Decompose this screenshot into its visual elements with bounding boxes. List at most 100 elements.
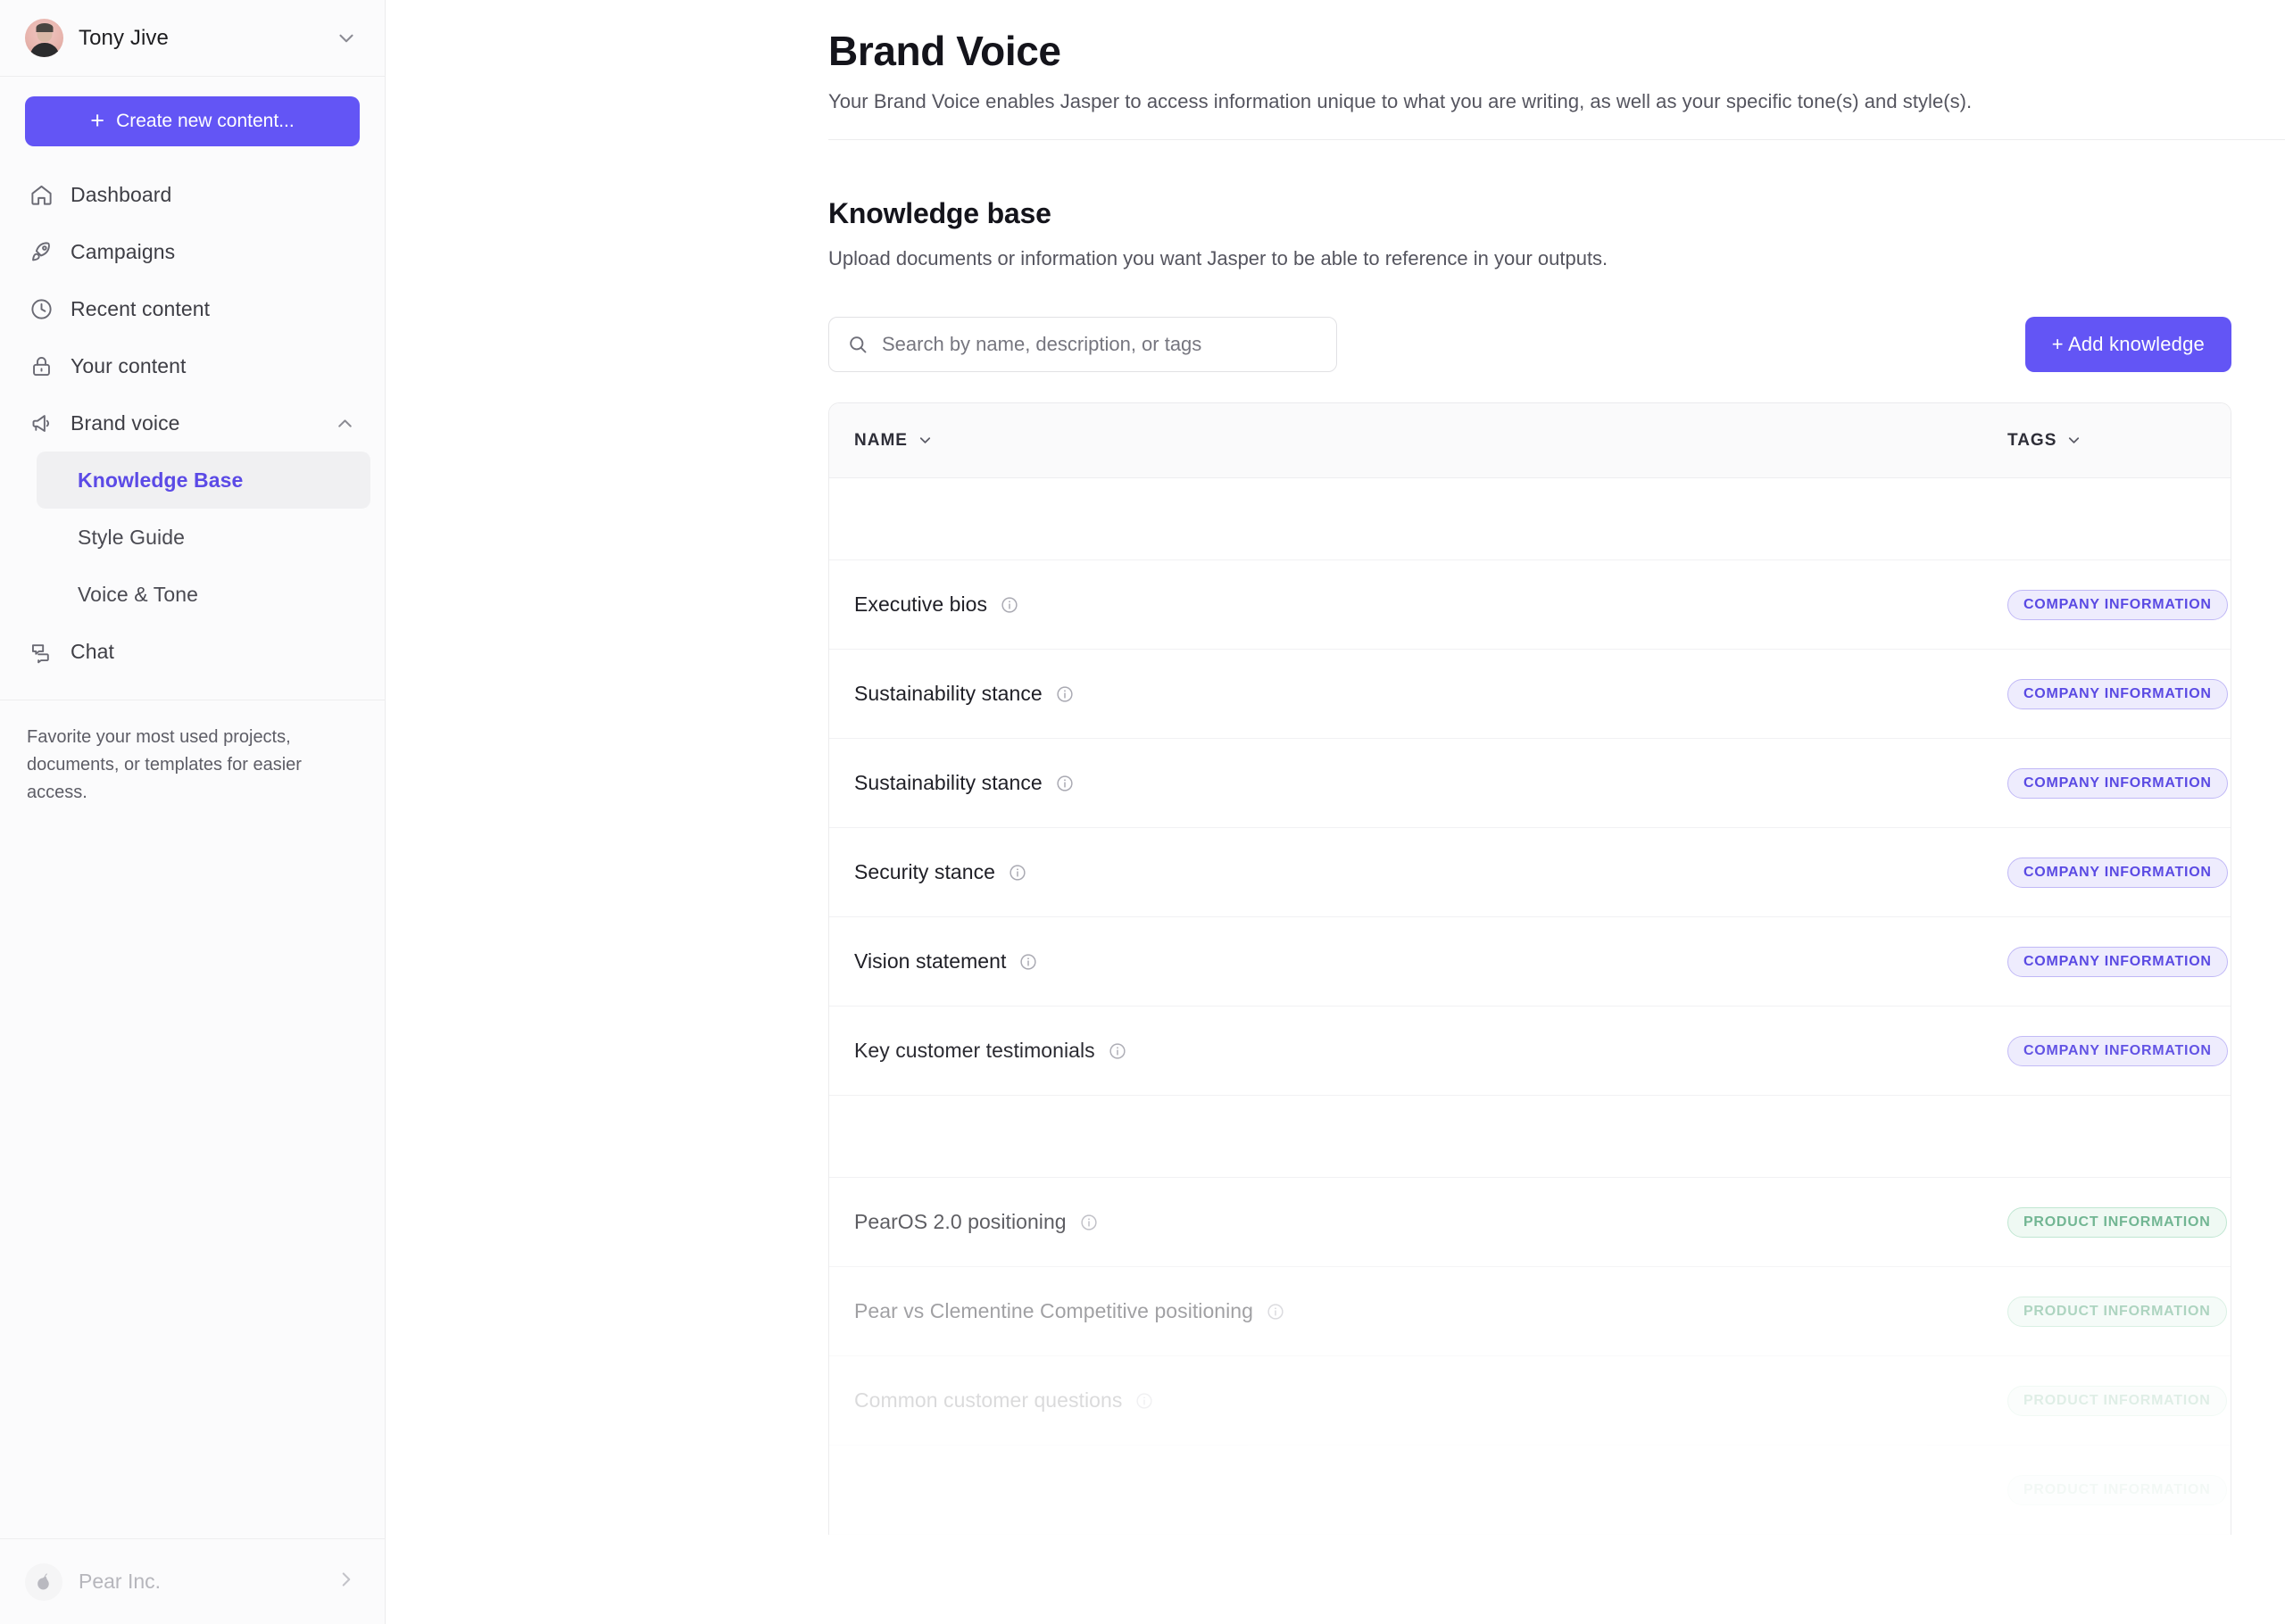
- plus-icon: +: [90, 106, 105, 134]
- chevron-down-icon: [2069, 437, 2080, 443]
- table-header-row: NAME TAGS COLLECTIONS: [829, 403, 2231, 478]
- section-title: Knowledge base: [828, 197, 1051, 229]
- tag-badge[interactable]: COMPANY INFORMATION: [2007, 678, 2228, 709]
- info-icon[interactable]: [1008, 863, 1027, 882]
- cell-tags: PRODUCT INFORMATION+2: [2007, 1385, 2231, 1416]
- info-icon[interactable]: [1108, 1041, 1127, 1061]
- add-knowledge-button[interactable]: + Add knowledge: [2024, 317, 2231, 372]
- cell-tags: COMPANY INFORMATION: [2007, 1035, 2231, 1066]
- cell-name: Vision statement: [829, 949, 2007, 974]
- search-input[interactable]: [882, 333, 1318, 356]
- search-box[interactable]: [828, 317, 1337, 372]
- knowledge-item-name: Security stance: [854, 860, 995, 883]
- sidebar-subitem-voice-and-tone[interactable]: Voice & Tone: [37, 566, 370, 623]
- info-icon[interactable]: [1000, 595, 1019, 615]
- account-name: Tony Jive: [79, 25, 169, 50]
- chevron-down-icon: [919, 437, 931, 443]
- lock-icon: [27, 352, 55, 380]
- knowledge-item-name: Common customer questions: [854, 1388, 1123, 1412]
- cell-tags: COMPANY INFORMATION+1: [2007, 589, 2231, 620]
- table-group-spacer-row: [829, 478, 2231, 560]
- page-header: Brand Voice Your Brand Voice enables Jas…: [386, 0, 2285, 113]
- info-icon[interactable]: [1055, 774, 1075, 793]
- tag-badge[interactable]: COMPANY INFORMATION: [2007, 1035, 2228, 1066]
- cell-name: Executive bios: [829, 592, 2007, 617]
- table-row[interactable]: Sustainability stance COMPANY INFORMATION…: [829, 650, 2231, 739]
- tag-badge[interactable]: PRODUCT INFORMATION: [2007, 1206, 2227, 1238]
- rocket-icon: [27, 237, 55, 266]
- tag-badge[interactable]: COMPANY INFORMATION: [2007, 857, 2228, 888]
- sidebar: Tony Jive + Create new content... Dashbo…: [0, 0, 386, 1624]
- knowledge-item-name: PearOS 2.0 positioning: [854, 1210, 1067, 1233]
- cell-name: Pear vs Clementine Competitive positioni…: [829, 1299, 2007, 1323]
- knowledge-toolbar: + Add knowledge: [828, 317, 2231, 372]
- create-content-wrap: + Create new content...: [0, 77, 385, 155]
- organization-switcher[interactable]: Pear Inc.: [0, 1538, 385, 1624]
- cell-name: Security stance: [829, 860, 2007, 884]
- info-icon[interactable]: [1266, 1302, 1285, 1322]
- table-row[interactable]: Common customer questions PRODUCT INFORMA…: [829, 1356, 2231, 1446]
- table-row[interactable]: Vision statement COMPANY INFORMATION: [829, 917, 2231, 1007]
- knowledge-item-name: Executive bios: [854, 592, 987, 616]
- tag-badge[interactable]: PRODUCT INFORMATION: [2007, 1474, 2227, 1505]
- column-header-label: NAME: [854, 430, 908, 450]
- cell-tags: PRODUCT INFORMATION+2: [2007, 1296, 2231, 1327]
- table-row[interactable]: Key customer testimonials COMPANY INFORMA…: [829, 1007, 2231, 1096]
- column-header-label: TAGS: [2007, 430, 2057, 450]
- cell-tags: COMPANY INFORMATION: [2007, 946, 2231, 977]
- table-row[interactable]: Pear vs Clementine Competitive positioni…: [829, 1267, 2231, 1356]
- favorites-note: Favorite your most used projects, docume…: [27, 727, 302, 802]
- sidebar-item-label: Dashboard: [71, 182, 172, 206]
- cell-tags: COMPANY INFORMATION: [2007, 857, 2231, 888]
- info-icon[interactable]: [1018, 952, 1038, 972]
- cell-tags: COMPANY INFORMATION: [2007, 767, 2231, 799]
- sidebar-item-dashboard[interactable]: Dashboard: [14, 166, 370, 223]
- home-icon: [27, 180, 55, 209]
- cell-tags: COMPANY INFORMATION: [2007, 678, 2231, 709]
- sidebar-item-label: Your content: [71, 353, 187, 377]
- sidebar-subitem-label: Style Guide: [78, 525, 185, 549]
- tag-badge[interactable]: COMPANY INFORMATION: [2007, 589, 2228, 620]
- table-row[interactable]: PearOS 2.0 positioning PRODUCT INFORMATIO…: [829, 1178, 2231, 1267]
- cell-tags: PRODUCT INFORMATION: [2007, 1474, 2231, 1505]
- header-divider: [828, 139, 2285, 140]
- knowledge-item-name: Pear vs Clementine Competitive positioni…: [854, 1299, 1253, 1322]
- megaphone-icon: [27, 409, 55, 437]
- column-header-tags[interactable]: TAGS: [2007, 431, 2231, 451]
- info-icon[interactable]: [1134, 1391, 1154, 1411]
- info-icon[interactable]: [1079, 1213, 1099, 1232]
- section-subtitle: Upload documents or information you want…: [828, 247, 1608, 269]
- table-row[interactable]: Executive biosCOMPANY INFORMATION+1Most …: [829, 560, 2231, 650]
- sidebar-item-brand-voice[interactable]: Brand voice: [14, 394, 370, 452]
- page-subtitle: Your Brand Voice enables Jasper to acces…: [828, 90, 1973, 112]
- sidebar-subitem-knowledge-base[interactable]: Knowledge Base: [37, 452, 370, 509]
- column-header-name[interactable]: NAME: [829, 431, 2007, 451]
- info-icon[interactable]: [1055, 684, 1075, 704]
- chevron-down-icon[interactable]: [335, 27, 358, 50]
- table-row[interactable]: Security stance COMPANY INFORMATION: [829, 828, 2231, 917]
- cell-name: PearOS 2.0 positioning: [829, 1210, 2007, 1234]
- sidebar-item-recent-content[interactable]: Recent content: [14, 280, 370, 337]
- sidebar-item-your-content[interactable]: Your content: [14, 337, 370, 394]
- sidebar-subitem-style-guide[interactable]: Style Guide: [37, 509, 370, 566]
- table-group-spacer-row: [829, 1096, 2231, 1178]
- account-switcher[interactable]: Tony Jive: [0, 0, 385, 77]
- tag-badge[interactable]: COMPANY INFORMATION: [2007, 767, 2228, 799]
- knowledge-table: NAME TAGS COLLECTIONS Executive bios COMP…: [828, 402, 2231, 1535]
- tag-badge[interactable]: COMPANY INFORMATION: [2007, 946, 2228, 977]
- sidebar-item-campaigns[interactable]: Campaigns: [14, 223, 370, 280]
- tag-badge[interactable]: PRODUCT INFORMATION: [2007, 1385, 2227, 1416]
- sidebar-nav: Dashboard Campaigns Recent content Your …: [0, 155, 385, 680]
- chevron-right-icon[interactable]: [335, 1568, 358, 1595]
- table-row[interactable]: PRODUCT INFORMATION: [829, 1446, 2231, 1535]
- chevron-up-icon[interactable]: [334, 412, 356, 435]
- knowledge-item-name: Vision statement: [854, 949, 1007, 973]
- sidebar-item-chat[interactable]: Chat: [14, 623, 370, 680]
- chat-bubble-icon: [27, 637, 55, 666]
- table-row[interactable]: Sustainability stance COMPANY INFORMATION: [829, 739, 2231, 828]
- create-new-content-button[interactable]: + Create new content...: [25, 96, 360, 146]
- cell-name: Common customer questions: [829, 1388, 2007, 1413]
- sidebar-item-label: Recent content: [71, 296, 211, 320]
- tag-badge[interactable]: PRODUCT INFORMATION: [2007, 1296, 2227, 1327]
